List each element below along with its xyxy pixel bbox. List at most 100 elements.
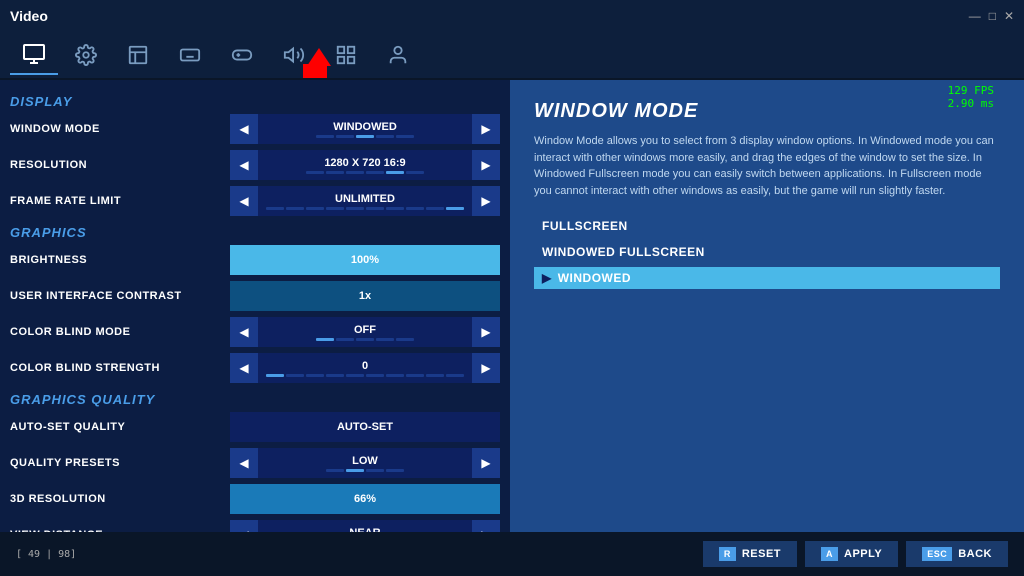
value-3d-res: 66% bbox=[354, 493, 376, 505]
dots-resolution bbox=[306, 171, 424, 174]
bottom-bar: [ 49 | 98] R RESET A APPLY ESC BACK bbox=[0, 532, 1024, 576]
setting-ui-contrast: USER INTERFACE CONTRAST 1x bbox=[0, 278, 510, 314]
maximize-btn[interactable]: □ bbox=[989, 9, 996, 23]
next-resolution[interactable]: ▶ bbox=[472, 150, 500, 180]
title-bar: Video — □ ✕ bbox=[0, 0, 1024, 32]
control-window-mode: ◀ WINDOWED ▶ bbox=[230, 114, 500, 144]
label-brightness: BRIGHTNESS bbox=[10, 254, 230, 266]
section-graphics: GRAPHICS bbox=[0, 219, 510, 242]
arrow-ctrl-quality: ◀ LOW ▶ bbox=[230, 448, 500, 478]
prev-vd[interactable]: ◀ bbox=[230, 520, 258, 532]
info-panel: WINDOW MODE Window Mode allows you to se… bbox=[510, 80, 1024, 532]
control-color-blind-strength: ◀ 0 ▶ bbox=[230, 353, 500, 383]
prev-quality[interactable]: ◀ bbox=[230, 448, 258, 478]
arrow-pointer bbox=[303, 48, 331, 78]
label-color-blind-strength: COLOR BLIND STRENGTH bbox=[10, 362, 230, 374]
setting-quality-presets: QUALITY PRESETS ◀ LOW ▶ bbox=[0, 445, 510, 481]
label-3d-res: 3D RESOLUTION bbox=[10, 493, 230, 505]
section-graphics-quality: GRAPHICS QUALITY bbox=[0, 386, 510, 409]
window-controls[interactable]: — □ ✕ bbox=[969, 9, 1014, 23]
reset-key: R bbox=[719, 547, 736, 561]
reset-button[interactable]: R RESET bbox=[703, 541, 797, 567]
control-brightness[interactable]: 100% bbox=[230, 245, 500, 275]
apply-key: A bbox=[821, 547, 838, 561]
control-frame-rate: ◀ UNLIMITED ▶ bbox=[230, 186, 500, 216]
prev-cbs[interactable]: ◀ bbox=[230, 353, 258, 383]
apply-label: APPLY bbox=[844, 548, 882, 560]
reset-label: RESET bbox=[742, 548, 781, 560]
dots-window-mode bbox=[316, 135, 414, 138]
next-vd[interactable]: ▶ bbox=[472, 520, 500, 532]
tab-video[interactable] bbox=[10, 35, 58, 75]
label-ui-contrast: USER INTERFACE CONTRAST bbox=[10, 290, 230, 302]
arrow-ctrl-color-blind: ◀ OFF ▶ bbox=[230, 317, 500, 347]
label-resolution: RESOLUTION bbox=[10, 159, 230, 171]
label-quality-presets: QUALITY PRESETS bbox=[10, 457, 230, 469]
btn-auto-quality[interactable]: AUTO-SET bbox=[230, 412, 500, 442]
control-color-blind: ◀ OFF ▶ bbox=[230, 317, 500, 347]
apply-button[interactable]: A APPLY bbox=[805, 541, 898, 567]
arrow-ctrl-resolution: ◀ 1280 X 720 16:9 ▶ bbox=[230, 150, 500, 180]
prev-frame-rate[interactable]: ◀ bbox=[230, 186, 258, 216]
slider-brightness[interactable]: 100% bbox=[230, 245, 500, 275]
minimize-btn[interactable]: — bbox=[969, 9, 981, 23]
next-cbs[interactable]: ▶ bbox=[472, 353, 500, 383]
arrow-ctrl-cbs: ◀ 0 ▶ bbox=[230, 353, 500, 383]
value-window-mode: WINDOWED bbox=[258, 114, 472, 144]
value-color-blind: OFF bbox=[258, 317, 472, 347]
label-auto-quality: AUTO-SET QUALITY bbox=[10, 421, 230, 433]
value-ui-contrast: 1x bbox=[359, 290, 371, 302]
settings-panel: DISPLAY WINDOW MODE ◀ WINDOWED ▶ RESOLUT… bbox=[0, 80, 510, 532]
mode-windowed-fullscreen[interactable]: WINDOWED FULLSCREEN bbox=[534, 241, 1000, 263]
value-cbs: 0 bbox=[258, 353, 472, 383]
setting-auto-quality: AUTO-SET QUALITY AUTO-SET bbox=[0, 409, 510, 445]
control-auto-quality[interactable]: AUTO-SET bbox=[230, 412, 500, 442]
mode-fullscreen[interactable]: FULLSCREEN bbox=[534, 215, 1000, 237]
setting-resolution: RESOLUTION ◀ 1280 X 720 16:9 ▶ bbox=[0, 147, 510, 183]
slider-3d-res[interactable]: 66% bbox=[230, 484, 500, 514]
setting-window-mode: WINDOW MODE ◀ WINDOWED ▶ bbox=[0, 111, 510, 147]
arrow-ctrl-window-mode: ◀ WINDOWED ▶ bbox=[230, 114, 500, 144]
label-frame-rate: FRAME RATE LIMIT bbox=[10, 195, 230, 207]
arrow-ctrl-frame-rate: ◀ UNLIMITED ▶ bbox=[230, 186, 500, 216]
control-ui-contrast[interactable]: 1x bbox=[230, 281, 500, 311]
back-key: ESC bbox=[922, 547, 952, 561]
ms-value: 2.90 ms bbox=[948, 97, 994, 110]
dots-cbs bbox=[266, 374, 464, 377]
dots-color-blind bbox=[316, 338, 414, 341]
control-3d-res[interactable]: 66% bbox=[230, 484, 500, 514]
tab-ui[interactable] bbox=[114, 35, 162, 75]
next-frame-rate[interactable]: ▶ bbox=[472, 186, 500, 216]
value-auto-quality: AUTO-SET bbox=[337, 421, 393, 433]
close-btn[interactable]: ✕ bbox=[1004, 9, 1014, 23]
slider-ui-contrast[interactable]: 1x bbox=[230, 281, 500, 311]
setting-color-blind-strength: COLOR BLIND STRENGTH ◀ 0 ▶ bbox=[0, 350, 510, 386]
mode-windowed[interactable]: ▶ WINDOWED bbox=[534, 267, 1000, 289]
mode-list: FULLSCREEN WINDOWED FULLSCREEN ▶ WINDOWE… bbox=[534, 215, 1000, 289]
value-resolution: 1280 X 720 16:9 bbox=[258, 150, 472, 180]
tab-settings[interactable] bbox=[62, 35, 110, 75]
next-window-mode[interactable]: ▶ bbox=[472, 114, 500, 144]
label-color-blind: COLOR BLIND MODE bbox=[10, 326, 230, 338]
next-color-blind[interactable]: ▶ bbox=[472, 317, 500, 347]
info-title: WINDOW MODE bbox=[534, 100, 1000, 123]
back-button[interactable]: ESC BACK bbox=[906, 541, 1008, 567]
selected-arrow-icon: ▶ bbox=[542, 271, 552, 285]
back-label: BACK bbox=[958, 548, 992, 560]
next-quality[interactable]: ▶ bbox=[472, 448, 500, 478]
tab-bar bbox=[0, 32, 1024, 80]
prev-resolution[interactable]: ◀ bbox=[230, 150, 258, 180]
tab-profile[interactable] bbox=[374, 35, 422, 75]
value-vd: NEAR bbox=[258, 520, 472, 532]
setting-brightness: BRIGHTNESS 100% bbox=[0, 242, 510, 278]
window-title: Video bbox=[10, 8, 48, 24]
tab-controller[interactable] bbox=[218, 35, 266, 75]
fps-value: 129 FPS bbox=[948, 84, 994, 97]
prev-window-mode[interactable]: ◀ bbox=[230, 114, 258, 144]
setting-color-blind: COLOR BLIND MODE ◀ OFF ▶ bbox=[0, 314, 510, 350]
prev-color-blind[interactable]: ◀ bbox=[230, 317, 258, 347]
control-view-distance: ◀ NEAR ▶ bbox=[230, 520, 500, 532]
tab-keyboard[interactable] bbox=[166, 35, 214, 75]
label-window-mode: WINDOW MODE bbox=[10, 123, 230, 135]
label-view-distance: VIEW DISTANCE bbox=[10, 529, 230, 532]
